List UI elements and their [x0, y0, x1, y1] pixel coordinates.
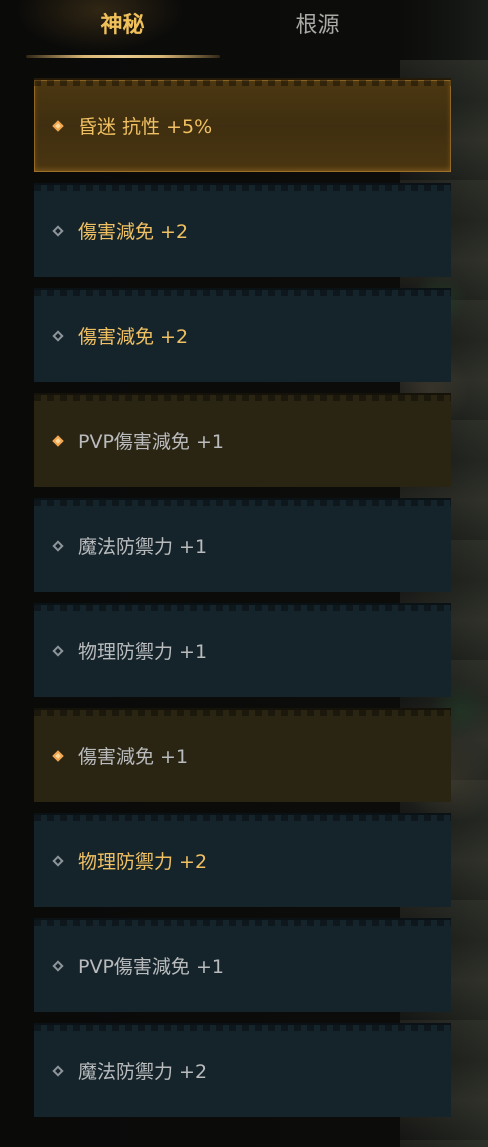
diamond-outline-icon: [52, 540, 64, 552]
stat-label: 傷害減免 +2: [78, 326, 189, 348]
stat-row-9[interactable]: PVP傷害減免 +1: [34, 918, 451, 1012]
stats-panel: 神秘 根源 昏迷 抗性 +5% 傷害減免 +2 傷害減免 +2 PVP傷害減免 …: [0, 0, 488, 1147]
tab-mystic[interactable]: 神秘: [40, 6, 205, 46]
stat-label: PVP傷害減免 +1: [78, 431, 224, 453]
active-tab-indicator: [26, 55, 220, 58]
diamond-icon: [52, 120, 64, 132]
stat-row-5[interactable]: 魔法防禦力 +1: [34, 498, 451, 592]
stat-label: 傷害減免 +1: [78, 746, 189, 768]
diamond-outline-icon: [52, 855, 64, 867]
stat-row-4[interactable]: PVP傷害減免 +1: [34, 393, 451, 487]
diamond-icon: [52, 435, 64, 447]
stat-row-7[interactable]: 傷害減免 +1: [34, 708, 451, 802]
stat-label: 魔法防禦力 +1: [78, 536, 208, 558]
diamond-outline-icon: [52, 225, 64, 237]
stat-row-1[interactable]: 昏迷 抗性 +5%: [34, 78, 451, 172]
stat-label: PVP傷害減免 +1: [78, 956, 224, 978]
stat-label: 傷害減免 +2: [78, 221, 189, 243]
stat-label: 物理防禦力 +1: [78, 641, 208, 663]
stat-row-10[interactable]: 魔法防禦力 +2: [34, 1023, 451, 1117]
diamond-outline-icon: [52, 330, 64, 342]
stat-label: 魔法防禦力 +2: [78, 1061, 208, 1083]
diamond-outline-icon: [52, 960, 64, 972]
diamond-outline-icon: [52, 645, 64, 657]
diamond-outline-icon: [52, 1065, 64, 1077]
stat-label: 昏迷 抗性 +5%: [78, 116, 213, 138]
tab-bar: 神秘 根源: [0, 0, 488, 60]
tab-origin[interactable]: 根源: [235, 6, 400, 46]
stat-label: 物理防禦力 +2: [78, 851, 208, 873]
stat-row-2[interactable]: 傷害減免 +2: [34, 183, 451, 277]
stat-row-8[interactable]: 物理防禦力 +2: [34, 813, 451, 907]
stat-row-3[interactable]: 傷害減免 +2: [34, 288, 451, 382]
diamond-icon: [52, 750, 64, 762]
stat-row-6[interactable]: 物理防禦力 +1: [34, 603, 451, 697]
